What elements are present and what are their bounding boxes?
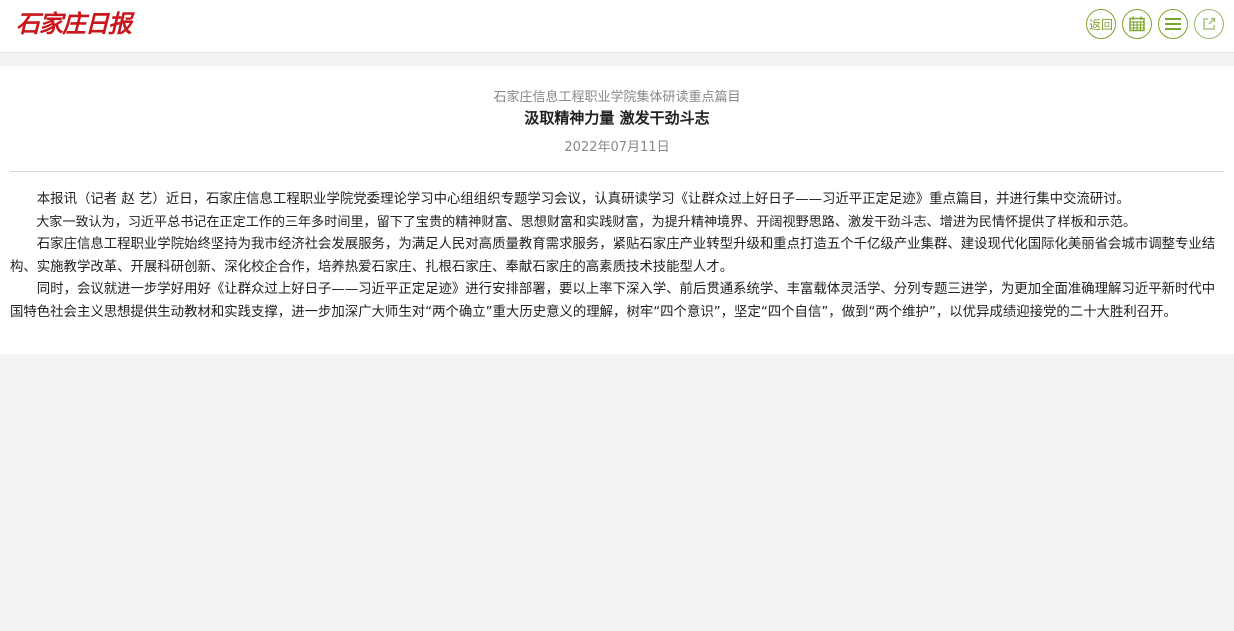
menu-icon [1164,17,1182,31]
article-paragraph: 本报讯（记者 赵 艺）近日，石家庄信息工程职业学院党委理论学习中心组组织专题学习… [36,192,1130,207]
share-icon [1202,17,1216,31]
back-button-label: 返回 [1088,17,1113,32]
article-card: 石家庄信息工程职业学院集体研读重点篇目 汲取精神力量 激发干劲斗志 2022年0… [0,66,1234,354]
calendar-button[interactable] [1122,9,1152,39]
article-paragraph: 大家一致认为，习近平总书记在正定工作的三年多时间里，留下了宝贵的精神财富、思想财… [36,214,1137,230]
calendar-icon [1129,16,1145,32]
top-bar: 石家庄日报 返回 [0,0,1234,53]
title-divider [10,171,1224,172]
article-paragraph: 石家庄信息工程职业学院始终坚持为我市经济社会发展服务，为满足人民对高质量教育需求… [10,237,1216,275]
newspaper-logo[interactable]: 石家庄日报 [16,9,132,39]
back-button[interactable]: 返回 [1086,9,1116,39]
share-button[interactable] [1194,9,1224,39]
header-actions: 返回 [1086,9,1224,39]
article-date: 2022年07月11日 [564,140,670,155]
menu-button[interactable] [1158,9,1188,39]
article-subtitle: 石家庄信息工程职业学院集体研读重点篇目 [493,90,741,105]
article-paragraph: 同时，会议就进一步学好用好《让群众过上好日子——习近平正定足迹》进行安排部署，要… [10,282,1216,320]
article-body: 本报讯（记者 赵 艺）近日，石家庄信息工程职业学院党委理论学习中心组组织专题学习… [10,189,1222,324]
article-title: 汲取精神力量 激发干劲斗志 [524,109,710,127]
